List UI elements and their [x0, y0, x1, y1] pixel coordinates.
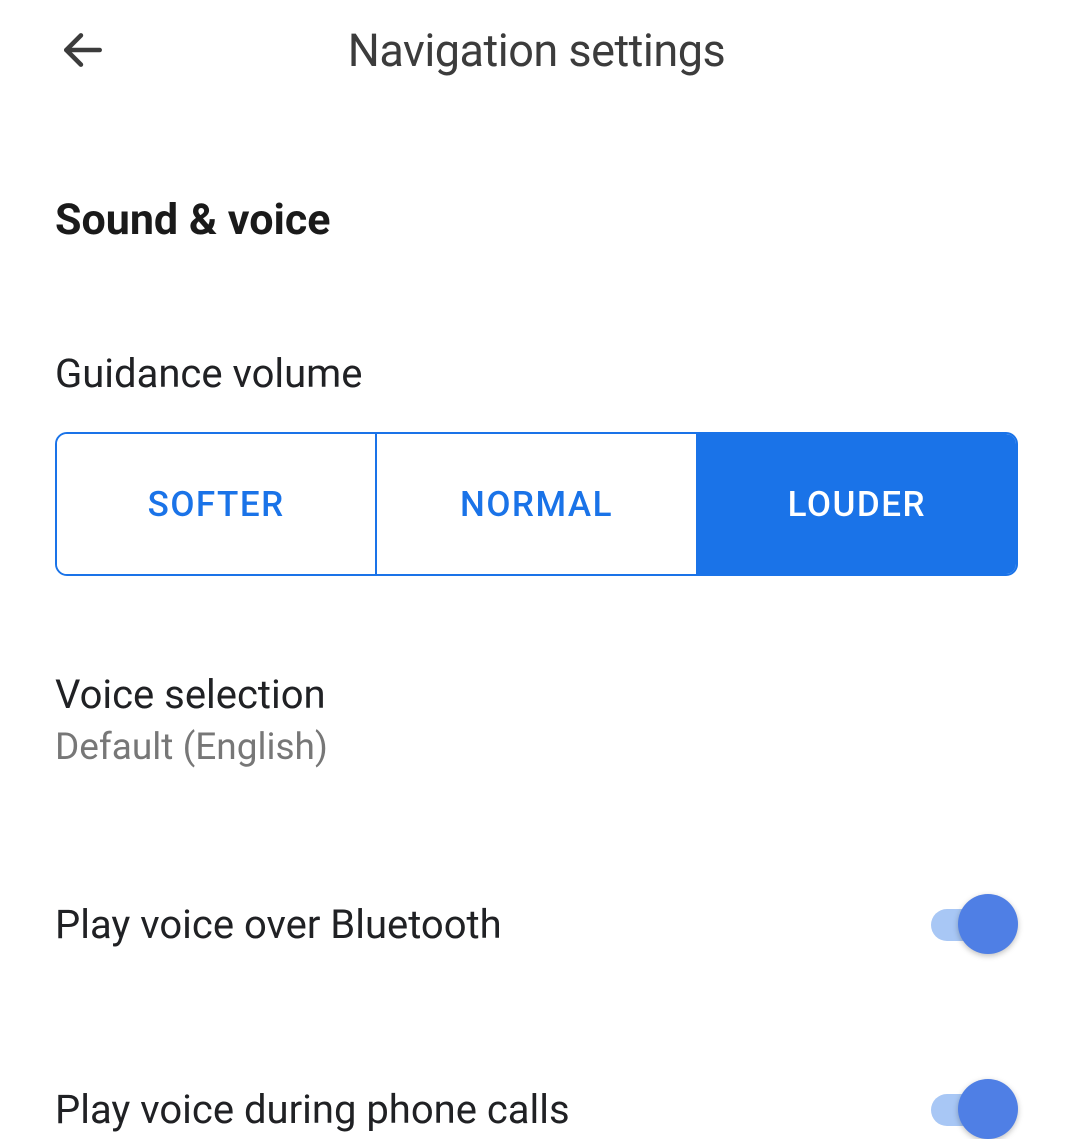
arrow-left-icon — [58, 25, 108, 75]
switch-thumb — [958, 1079, 1018, 1139]
page-title: Navigation settings — [110, 24, 963, 77]
bluetooth-toggle[interactable] — [928, 894, 1018, 954]
volume-softer-button[interactable]: SOFTER — [57, 434, 377, 574]
section-heading-sound-voice: Sound & voice — [55, 195, 1018, 245]
volume-louder-button[interactable]: LOUDER — [698, 434, 1016, 574]
bluetooth-toggle-row: Play voice over Bluetooth — [55, 894, 1018, 954]
phone-calls-label: Play voice during phone calls — [55, 1086, 928, 1133]
volume-normal-button[interactable]: NORMAL — [377, 434, 697, 574]
voice-selection-subtitle: Default (English) — [55, 726, 1018, 769]
voice-selection-title: Voice selection — [55, 671, 1018, 718]
guidance-volume-segmented: SOFTER NORMAL LOUDER — [55, 432, 1018, 576]
app-header: Navigation settings — [0, 0, 1073, 90]
phone-calls-toggle-row: Play voice during phone calls — [55, 1079, 1018, 1139]
switch-thumb — [958, 894, 1018, 954]
bluetooth-label: Play voice over Bluetooth — [55, 901, 928, 948]
phone-calls-toggle[interactable] — [928, 1079, 1018, 1139]
voice-selection-row[interactable]: Voice selection Default (English) — [55, 671, 1018, 769]
guidance-volume-label: Guidance volume — [55, 350, 1018, 397]
back-button[interactable] — [55, 23, 110, 78]
settings-content: Sound & voice Guidance volume SOFTER NOR… — [0, 195, 1073, 1139]
